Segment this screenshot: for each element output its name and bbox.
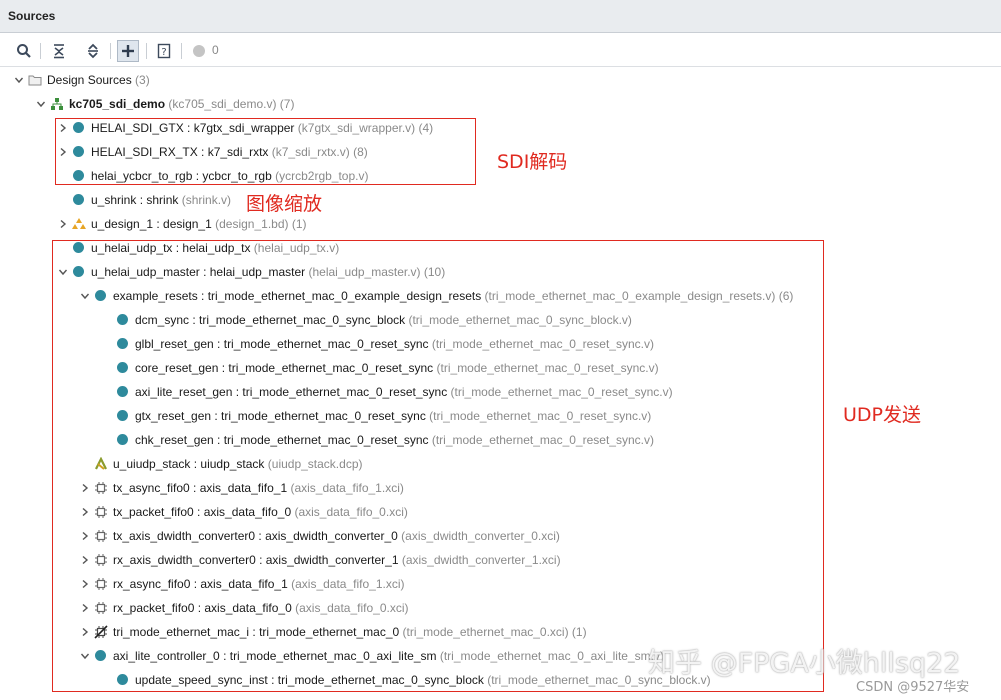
- add-sources-button[interactable]: [117, 40, 139, 62]
- status-circle-icon: [188, 40, 210, 62]
- csdn-watermark: CSDN @9527华安: [856, 680, 970, 695]
- node-source-file: (design_1.bd) (1): [211, 217, 307, 231]
- toolbar-separator: [110, 43, 111, 59]
- panel-title: Sources: [8, 9, 56, 23]
- annotation-sdi: SDI解码: [497, 151, 568, 173]
- sdi-highlight-box: [55, 118, 476, 185]
- tree-row[interactable]: kc705_sdi_demo (kc705_sdi_demo.v) (7): [0, 92, 1001, 116]
- svg-text:?: ?: [161, 47, 166, 58]
- toolbar-separator: [146, 43, 147, 59]
- toolbar-separator: [181, 43, 182, 59]
- chevron-down-icon[interactable]: [36, 98, 46, 108]
- annotation-scale: 图像缩放: [246, 193, 323, 215]
- tree-row[interactable]: u_design_1 : design_1 (design_1.bd) (1): [0, 212, 1001, 236]
- verilog-module-icon: [72, 193, 86, 207]
- sources-toolbar: ?: [0, 34, 1001, 67]
- tree-row-label: u_design_1 : design_1 (design_1.bd) (1): [91, 217, 307, 231]
- tree-row[interactable]: u_shrink : shrink (shrink.v): [0, 188, 1001, 212]
- hierarchy-top-icon: [50, 97, 64, 111]
- zhihu-watermark: 知乎 @FPGA小微hllsq22: [648, 648, 961, 679]
- chevron-right-icon[interactable]: [58, 218, 68, 229]
- chevron-down-icon[interactable]: [14, 74, 24, 84]
- node-name: Design Sources: [47, 73, 132, 87]
- search-icon[interactable]: [13, 40, 35, 62]
- tree-row-label: Design Sources (3): [47, 73, 150, 87]
- tree-row-label: kc705_sdi_demo (kc705_sdi_demo.v) (7): [69, 97, 294, 111]
- folder-icon: [28, 73, 42, 87]
- udp-highlight-box: [52, 240, 824, 692]
- status-count: 0: [212, 43, 219, 57]
- panel-titlebar: Sources: [0, 0, 1001, 33]
- block-design-icon: [72, 217, 86, 231]
- annotation-udp: UDP发送: [843, 404, 921, 426]
- node-name: u_design_1 : design_1: [91, 217, 212, 231]
- toolbar-separator: [40, 43, 41, 59]
- expand-all-icon[interactable]: [82, 40, 104, 62]
- tree-row-label: u_shrink : shrink (shrink.v): [91, 193, 231, 207]
- node-name: kc705_sdi_demo: [69, 97, 166, 111]
- node-source-file: (shrink.v): [178, 193, 232, 207]
- question-mark-icon[interactable]: ?: [153, 40, 175, 62]
- collapse-all-icon[interactable]: [48, 40, 70, 62]
- tree-row[interactable]: Design Sources (3): [0, 68, 1001, 92]
- node-source-file: (3): [131, 73, 150, 87]
- node-name: u_shrink : shrink: [91, 193, 179, 207]
- node-source-file: (kc705_sdi_demo.v) (7): [165, 97, 295, 111]
